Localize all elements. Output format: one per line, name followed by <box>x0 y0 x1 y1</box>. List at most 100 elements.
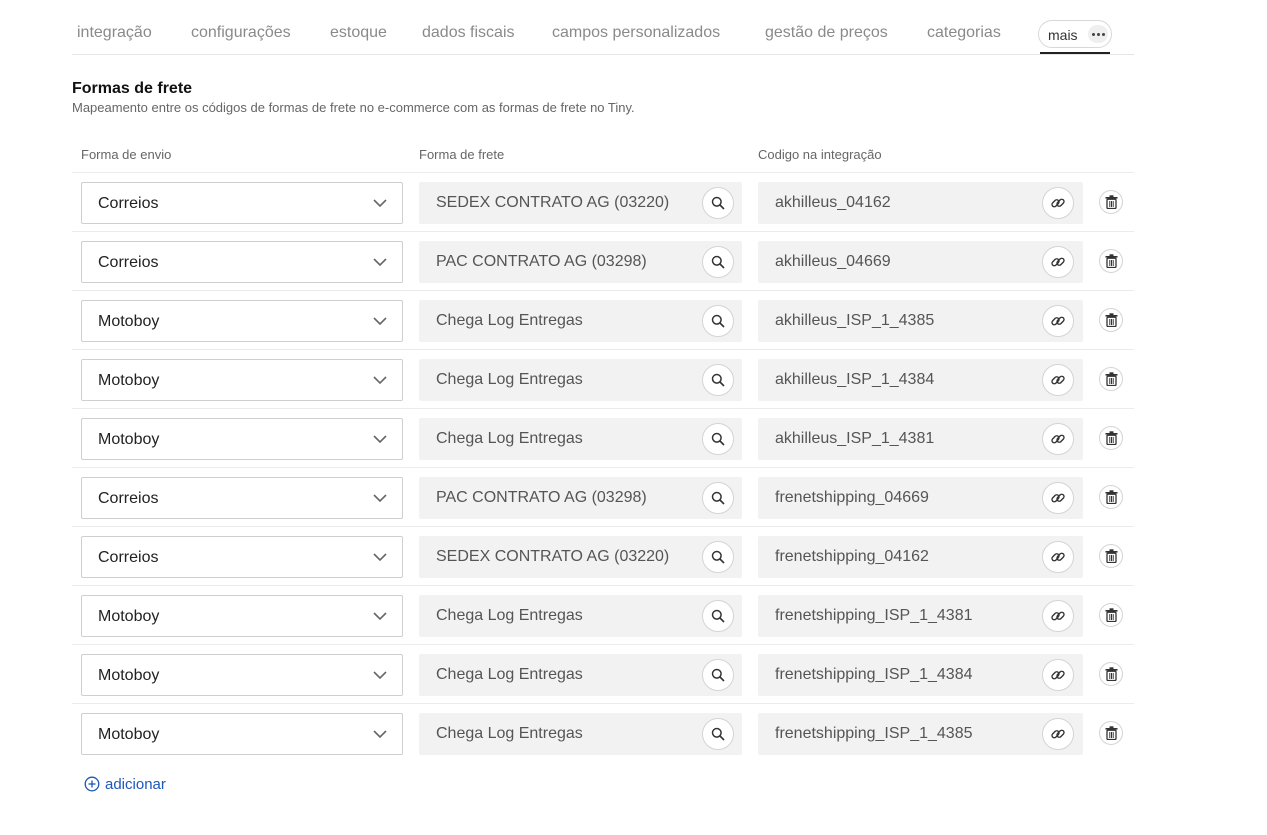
chevron-down-icon <box>373 730 387 739</box>
search-icon <box>711 196 725 210</box>
chevron-down-icon <box>373 612 387 621</box>
forma-envio-select[interactable]: Motoboy <box>81 418 403 460</box>
link-button[interactable] <box>1042 246 1074 278</box>
forma-envio-select[interactable]: Correios <box>81 536 403 578</box>
search-icon <box>711 432 725 446</box>
table-row: Motoboy Chega Log Entregas frenetshippin… <box>72 645 1134 704</box>
delete-button[interactable] <box>1099 721 1123 745</box>
tab-campos-personalizados[interactable]: campos personalizados <box>552 24 720 42</box>
link-icon <box>1051 375 1065 385</box>
tab-estoque[interactable]: estoque <box>330 24 387 42</box>
link-button[interactable] <box>1042 482 1074 514</box>
forma-envio-select[interactable]: Correios <box>81 241 403 283</box>
link-icon <box>1051 670 1065 680</box>
delete-button[interactable] <box>1099 603 1123 627</box>
forma-envio-select[interactable]: Motoboy <box>81 595 403 637</box>
forma-frete-field: Chega Log Entregas <box>419 713 742 755</box>
search-button[interactable] <box>702 246 734 278</box>
forma-envio-select[interactable]: Motoboy <box>81 300 403 342</box>
search-button[interactable] <box>702 423 734 455</box>
link-button[interactable] <box>1042 187 1074 219</box>
plus-circle-icon <box>84 776 100 792</box>
add-button-label: adicionar <box>105 776 166 793</box>
link-icon <box>1051 611 1065 621</box>
link-button[interactable] <box>1042 423 1074 455</box>
forma-frete-field: PAC CONTRATO AG (03298) <box>419 241 742 283</box>
link-icon <box>1051 729 1065 739</box>
trash-icon <box>1105 431 1118 445</box>
table-row: Motoboy Chega Log Entregas akhilleus_ISP… <box>72 409 1134 468</box>
column-header-forma-envio: Forma de envio <box>81 147 172 162</box>
link-button[interactable] <box>1042 305 1074 337</box>
search-icon <box>711 727 725 741</box>
search-button[interactable] <box>702 482 734 514</box>
search-button[interactable] <box>702 305 734 337</box>
tab-dados-fiscais[interactable]: dados fiscais <box>422 24 515 42</box>
codigo-value: akhilleus_ISP_1_4381 <box>775 430 935 447</box>
search-button[interactable] <box>702 541 734 573</box>
search-button[interactable] <box>702 659 734 691</box>
forma-frete-value: PAC CONTRATO AG (03298) <box>436 253 647 270</box>
forma-frete-field: SEDEX CONTRATO AG (03220) <box>419 182 742 224</box>
search-button[interactable] <box>702 718 734 750</box>
trash-icon <box>1105 490 1118 504</box>
forma-frete-field: SEDEX CONTRATO AG (03220) <box>419 536 742 578</box>
search-button[interactable] <box>702 364 734 396</box>
link-button[interactable] <box>1042 600 1074 632</box>
codigo-field: frenetshipping_04162 <box>758 536 1083 578</box>
table-row: Motoboy Chega Log Entregas frenetshippin… <box>72 704 1134 763</box>
chevron-down-icon <box>373 199 387 208</box>
column-header-codigo: Codigo na integração <box>758 147 882 162</box>
codigo-field: frenetshipping_ISP_1_4385 <box>758 713 1083 755</box>
codigo-field: akhilleus_04669 <box>758 241 1083 283</box>
codigo-value: akhilleus_04669 <box>775 253 891 270</box>
delete-button[interactable] <box>1099 249 1123 273</box>
search-icon <box>711 491 725 505</box>
delete-button[interactable] <box>1099 544 1123 568</box>
chevron-down-icon <box>373 553 387 562</box>
delete-button[interactable] <box>1099 190 1123 214</box>
tab-configuracoes[interactable]: configurações <box>191 24 291 42</box>
codigo-value: akhilleus_04162 <box>775 194 891 211</box>
tab-categorias[interactable]: categorias <box>927 24 1001 42</box>
tab-integracao[interactable]: integração <box>77 24 152 42</box>
table-row: Motoboy Chega Log Entregas frenetshippin… <box>72 586 1134 645</box>
forma-frete-field: Chega Log Entregas <box>419 359 742 401</box>
codigo-field: frenetshipping_ISP_1_4384 <box>758 654 1083 696</box>
forma-envio-value: Motoboy <box>98 608 160 625</box>
search-button[interactable] <box>702 187 734 219</box>
forma-envio-select[interactable]: Motoboy <box>81 713 403 755</box>
forma-frete-value: Chega Log Entregas <box>436 371 583 388</box>
forma-envio-value: Correios <box>98 549 159 566</box>
link-button[interactable] <box>1042 659 1074 691</box>
search-button[interactable] <box>702 600 734 632</box>
delete-button[interactable] <box>1099 485 1123 509</box>
forma-envio-select[interactable]: Correios <box>81 182 403 224</box>
forma-frete-field: Chega Log Entregas <box>419 595 742 637</box>
tab-gestao-de-precos[interactable]: gestão de preços <box>765 24 888 42</box>
codigo-value: frenetshipping_ISP_1_4385 <box>775 725 973 742</box>
chevron-down-icon <box>373 376 387 385</box>
link-button[interactable] <box>1042 541 1074 573</box>
link-icon <box>1051 198 1065 208</box>
link-button[interactable] <box>1042 718 1074 750</box>
tab-mais[interactable]: mais <box>1038 20 1112 48</box>
search-icon <box>711 314 725 328</box>
forma-frete-value: Chega Log Entregas <box>436 607 583 624</box>
delete-button[interactable] <box>1099 367 1123 391</box>
codigo-field: akhilleus_04162 <box>758 182 1083 224</box>
trash-icon <box>1105 608 1118 622</box>
forma-envio-value: Motoboy <box>98 313 160 330</box>
link-button[interactable] <box>1042 364 1074 396</box>
forma-envio-select[interactable]: Correios <box>81 477 403 519</box>
trash-icon <box>1105 254 1118 268</box>
forma-frete-field: PAC CONTRATO AG (03298) <box>419 477 742 519</box>
chevron-down-icon <box>373 258 387 267</box>
delete-button[interactable] <box>1099 426 1123 450</box>
codigo-value: akhilleus_ISP_1_4384 <box>775 371 935 388</box>
codigo-value: frenetshipping_ISP_1_4384 <box>775 666 973 683</box>
delete-button[interactable] <box>1099 308 1123 332</box>
forma-envio-select[interactable]: Motoboy <box>81 359 403 401</box>
delete-button[interactable] <box>1099 662 1123 686</box>
forma-envio-select[interactable]: Motoboy <box>81 654 403 696</box>
